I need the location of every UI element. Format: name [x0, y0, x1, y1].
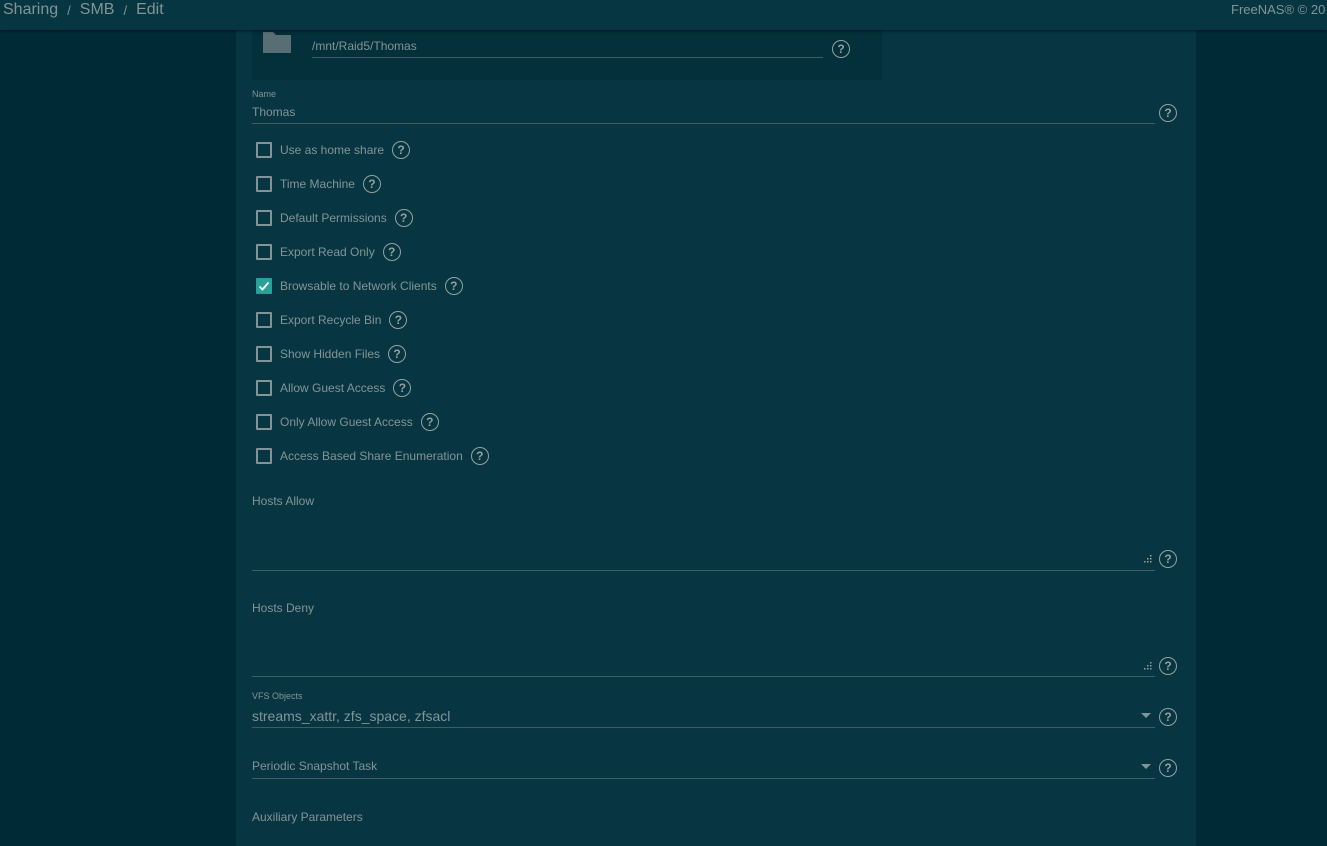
checkbox-label: Show Hidden Files: [280, 347, 381, 361]
checkbox-label: Browsable to Network Clients: [280, 279, 437, 293]
checkbox-label: Time Machine: [280, 177, 355, 191]
checkbox-box[interactable]: [256, 312, 272, 328]
help-icon[interactable]: ?: [362, 175, 381, 193]
top-bar: Sharing / SMB / Edit FreeNAS® © 20: [0, 0, 1327, 30]
checkbox-box[interactable]: [256, 448, 272, 464]
help-icon[interactable]: ?: [1159, 104, 1177, 122]
checkbox-box[interactable]: [256, 380, 272, 396]
auxiliary-parameters-label: Auxiliary Parameters: [252, 810, 363, 824]
help-icon[interactable]: ?: [1159, 759, 1177, 777]
checkbox-allow-guest-access[interactable]: Allow Guest Access ?: [256, 378, 412, 398]
checkbox-label: Export Read Only: [280, 245, 375, 259]
hosts-deny-textarea[interactable]: [252, 617, 1155, 676]
help-icon[interactable]: ?: [393, 379, 412, 397]
checkbox-use-as-home-share[interactable]: Use as home share ?: [256, 140, 411, 160]
breadcrumb-sharing[interactable]: Sharing: [3, 1, 58, 19]
checkbox-only-allow-guest-access[interactable]: Only Allow Guest Access ?: [256, 412, 439, 432]
checkbox-label: Access Based Share Enumeration: [280, 449, 463, 463]
help-icon[interactable]: ?: [832, 40, 850, 58]
breadcrumb-smb[interactable]: SMB: [80, 1, 115, 19]
chevron-down-icon[interactable]: [1141, 713, 1151, 718]
checkbox-show-hidden-files[interactable]: Show Hidden Files ?: [256, 344, 407, 364]
help-icon[interactable]: ?: [392, 141, 411, 159]
help-icon[interactable]: ?: [389, 311, 408, 329]
checkbox-box[interactable]: [256, 244, 272, 260]
checkbox-box[interactable]: [256, 176, 272, 192]
help-icon[interactable]: ?: [1159, 657, 1177, 675]
vfs-objects-select[interactable]: streams_xattr, zfs_space, zfsacl: [252, 708, 450, 724]
vfs-objects-label: VFS Objects: [252, 691, 303, 701]
breadcrumb-separator: /: [67, 2, 71, 18]
checkbox-box[interactable]: [256, 142, 272, 158]
checkbox-access-based-share-enumeration[interactable]: Access Based Share Enumeration ?: [256, 446, 489, 466]
name-input[interactable]: Thomas: [252, 105, 295, 119]
checkbox-export-read-only[interactable]: Export Read Only ?: [256, 242, 401, 262]
checkbox-browsable-to-network-clients[interactable]: Browsable to Network Clients ?: [256, 276, 463, 296]
checkbox-label: Only Allow Guest Access: [280, 415, 413, 429]
checkbox-box[interactable]: [256, 414, 272, 430]
periodic-snapshot-underline: [252, 778, 1155, 779]
checkbox-box[interactable]: [256, 278, 272, 294]
checkbox-export-recycle-bin[interactable]: Export Recycle Bin ?: [256, 310, 408, 330]
breadcrumb-separator: /: [123, 2, 128, 18]
help-icon[interactable]: ?: [382, 243, 401, 261]
chevron-down-icon[interactable]: [1141, 764, 1151, 769]
breadcrumb-edit: Edit: [136, 1, 164, 18]
help-icon[interactable]: ?: [444, 277, 463, 295]
copyright-text: FreeNAS® © 20: [1231, 2, 1326, 17]
path-input[interactable]: /mnt/Raid5/Thomas: [312, 36, 823, 58]
resize-grip-icon[interactable]: [1144, 662, 1152, 670]
resize-grip-icon[interactable]: [1144, 555, 1152, 563]
help-icon[interactable]: ?: [420, 413, 439, 431]
checkbox-label: Use as home share: [280, 143, 385, 157]
checkbox-default-permissions[interactable]: Default Permissions ?: [256, 208, 413, 228]
periodic-snapshot-task-select[interactable]: Periodic Snapshot Task: [252, 759, 377, 773]
smb-edit-form: /mnt/Raid5/Thomas ? Name Thomas ? Use as…: [236, 30, 1196, 846]
hosts-deny-underline: [252, 676, 1155, 677]
path-explorer: /mnt/Raid5/Thomas ?: [252, 30, 882, 80]
help-icon[interactable]: ?: [394, 209, 413, 227]
checkmark-icon: [258, 281, 270, 291]
checkbox-time-machine[interactable]: Time Machine ?: [256, 174, 381, 194]
help-icon[interactable]: ?: [470, 447, 489, 465]
hosts-allow-underline: [252, 570, 1155, 571]
checkbox-box[interactable]: [256, 346, 272, 362]
checkbox-label: Allow Guest Access: [280, 381, 386, 395]
vfs-objects-underline: [252, 727, 1155, 728]
help-icon[interactable]: ?: [388, 345, 407, 363]
name-label: Name: [252, 89, 277, 99]
name-underline: [252, 123, 1155, 124]
folder-icon[interactable]: [262, 30, 292, 54]
checkbox-label: Export Recycle Bin: [280, 313, 382, 327]
hosts-allow-textarea[interactable]: [252, 510, 1155, 570]
help-icon[interactable]: ?: [1159, 708, 1177, 726]
checkbox-label: Default Permissions: [280, 211, 387, 225]
help-icon[interactable]: ?: [1159, 550, 1177, 568]
breadcrumb: Sharing / SMB / Edit: [3, 0, 164, 20]
checkbox-box[interactable]: [256, 210, 272, 226]
hosts-deny-label: Hosts Deny: [252, 601, 315, 615]
hosts-allow-label: Hosts Allow: [252, 494, 315, 508]
